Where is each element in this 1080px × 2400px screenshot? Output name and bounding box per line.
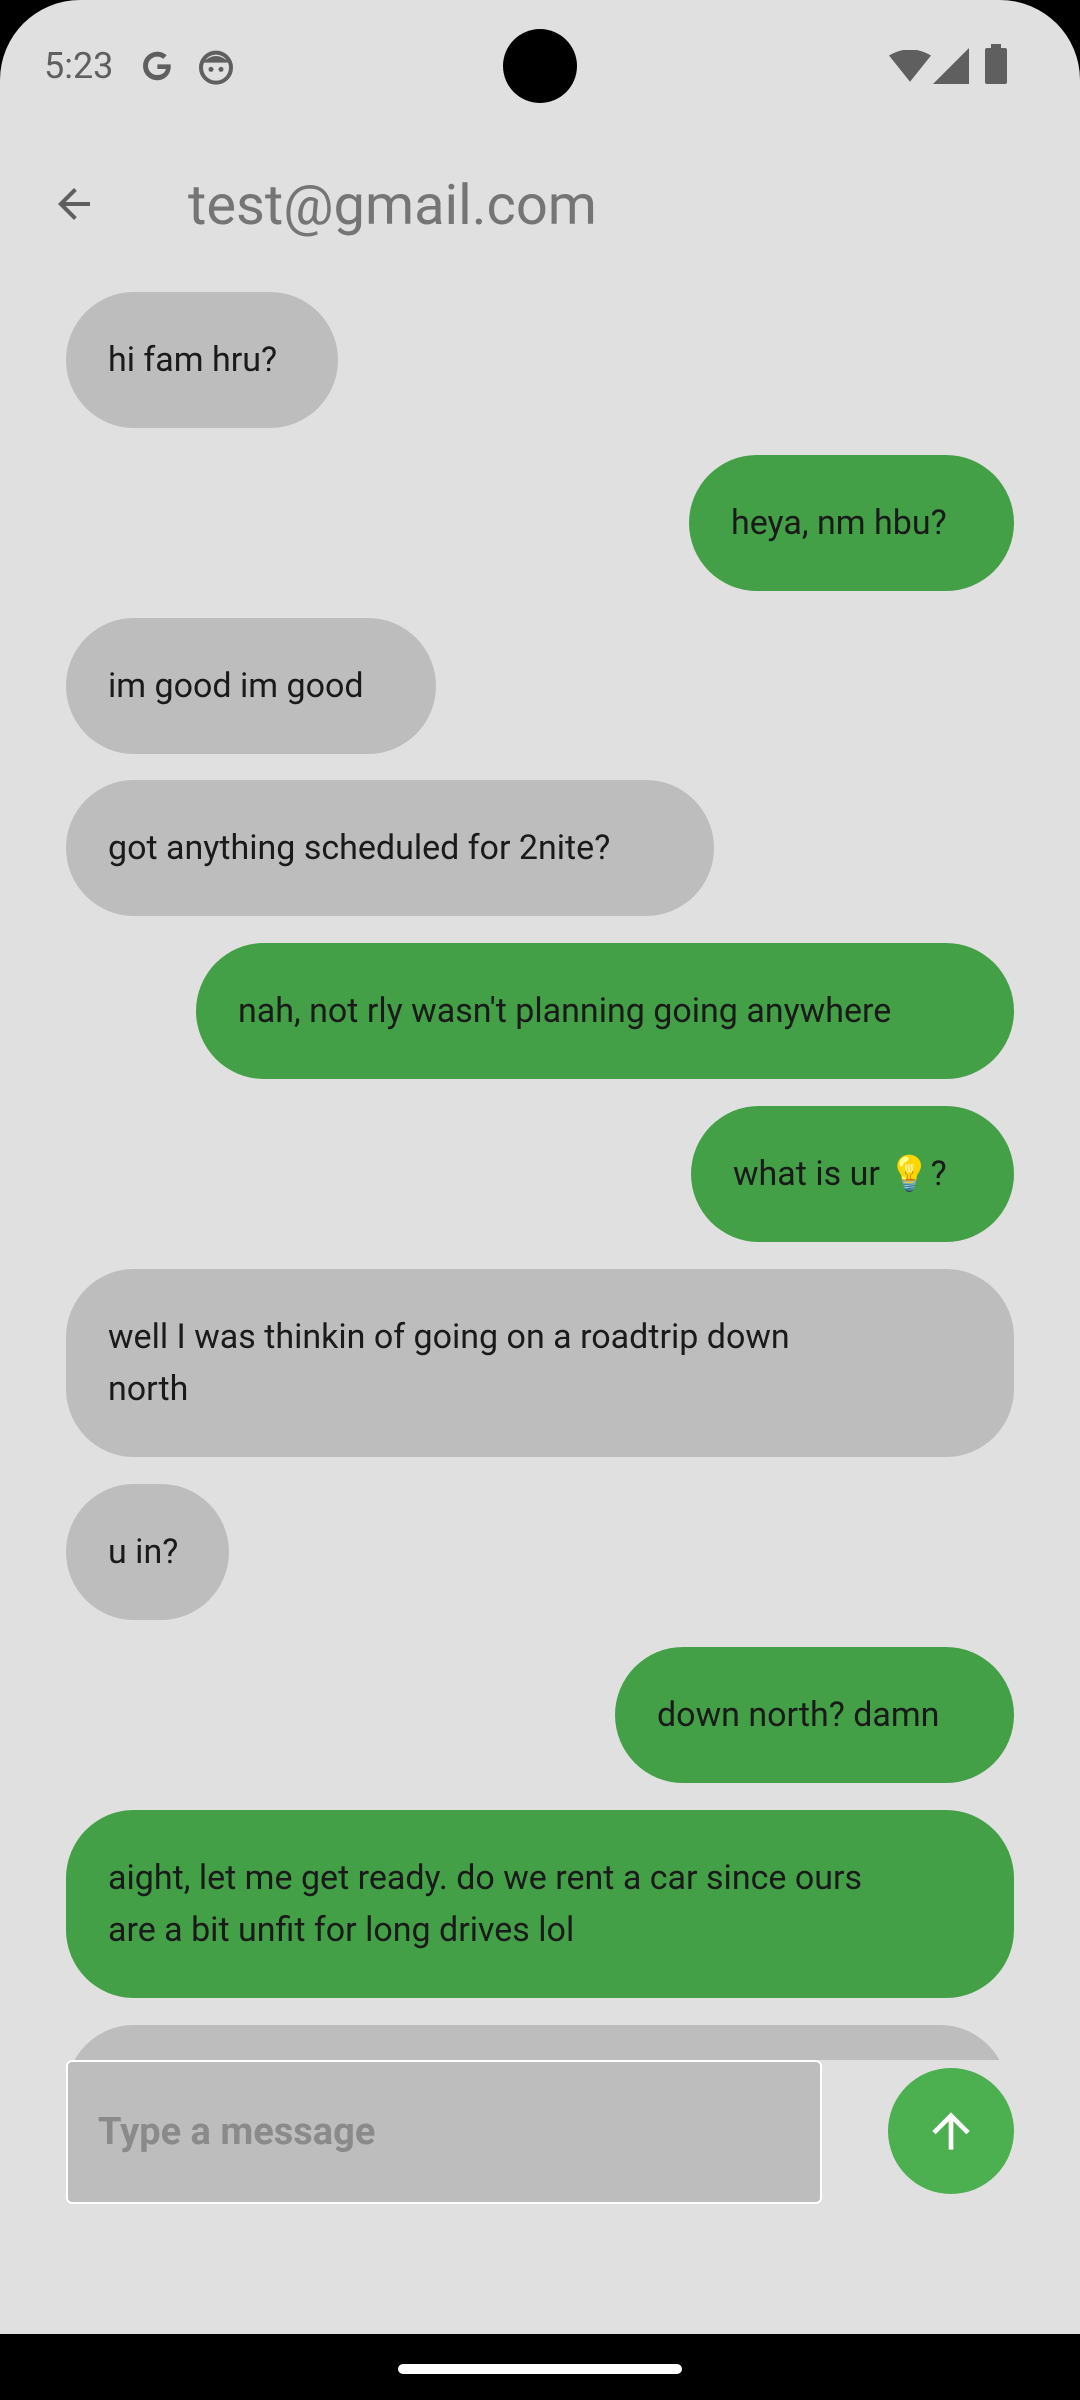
screen: 5:23 test@gmail.com hi fam hru? heya, nm… (0, 0, 1080, 2334)
message-input[interactable] (66, 2060, 822, 2204)
message-bubble-received: got anything scheduled for 2nite? (66, 780, 714, 916)
message-bubble-received: well I was thinkin of going on a roadtri… (66, 1269, 1014, 1457)
arrow-back-icon (58, 188, 90, 220)
android-bot-icon (199, 50, 233, 85)
message-text: im good im good (108, 666, 364, 706)
message-text: down north? damn (657, 1695, 940, 1735)
message-bubble-sent: down north? damn (615, 1647, 1014, 1783)
message-bubble-sent: heya, nm hbu? (689, 455, 1014, 591)
message-bubble-received: im good im good (66, 618, 436, 754)
message-list[interactable]: hi fam hru? heya, nm hbu? im good im goo… (0, 270, 1080, 2060)
status-time: 5:23 (44, 45, 114, 87)
wifi-icon (889, 50, 931, 82)
google-icon (143, 51, 173, 81)
message-text: aight, let me get ready. do we rent a ca… (108, 1858, 863, 1950)
page-title: test@gmail.com (188, 172, 597, 238)
message-bubble-sent: nah, not rly wasn't planning going anywh… (196, 943, 1014, 1079)
camera-cutout (503, 29, 577, 103)
message-text: nah, not rly wasn't planning going anywh… (238, 991, 892, 1031)
message-bubble-sent: what is ur 💡? (691, 1106, 1014, 1242)
message-text: heya, nm hbu? (731, 503, 947, 543)
message-bubble-received (66, 2025, 1008, 2060)
message-bubble-sent: aight, let me get ready. do we rent a ca… (66, 1810, 1014, 1998)
message-text: u in? (108, 1532, 179, 1572)
message-text: well I was thinkin of going on a roadtri… (108, 1317, 790, 1409)
back-button[interactable] (34, 164, 114, 244)
signal-icon (933, 48, 969, 84)
battery-icon (985, 44, 1007, 84)
message-text: what is ur 💡? (733, 1154, 947, 1194)
message-text: hi fam hru? (108, 340, 278, 380)
message-bubble-received: u in? (66, 1484, 229, 1620)
home-gesture-handle[interactable] (398, 2364, 682, 2374)
message-bubble-received: hi fam hru? (66, 292, 338, 428)
arrow-up-icon (932, 2112, 970, 2150)
message-text: got anything scheduled for 2nite? (108, 828, 611, 868)
send-button[interactable] (888, 2068, 1014, 2194)
